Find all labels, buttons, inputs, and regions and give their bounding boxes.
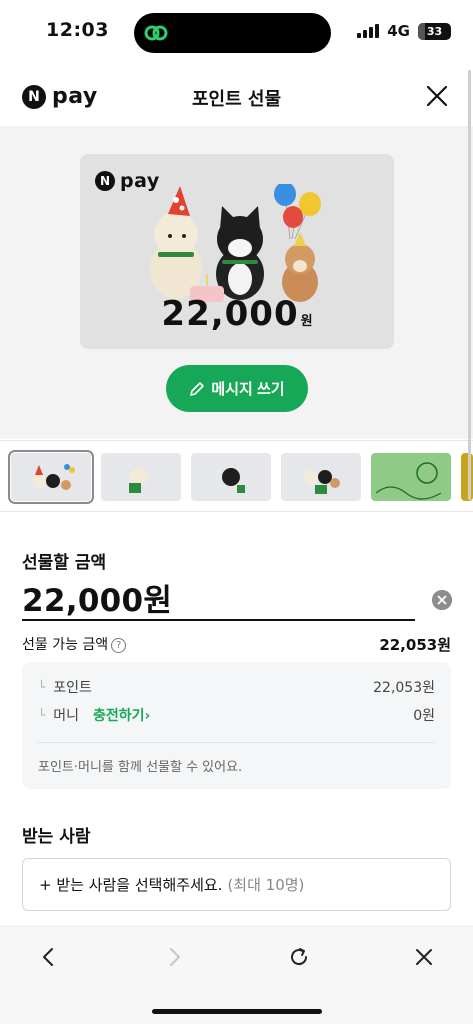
pencil-icon [190, 381, 205, 396]
max-recipients-text: (최대 10명) [227, 876, 305, 894]
clear-icon[interactable] [432, 590, 452, 610]
card-design-picker [0, 440, 473, 512]
page-title: 포인트 선물 [191, 89, 282, 110]
write-message-button[interactable]: 메시지 쓰기 [166, 365, 308, 412]
help-icon[interactable]: ? [111, 637, 127, 653]
charge-link[interactable]: 충전하기› [93, 705, 150, 725]
points-label: 포인트 [53, 680, 92, 696]
back-icon[interactable] [37, 945, 61, 969]
card-design-thumb[interactable] [461, 453, 473, 501]
close-icon[interactable] [412, 945, 436, 969]
home-indicator[interactable] [152, 1009, 322, 1014]
money-label: 머니 [53, 708, 79, 724]
select-recipient-text: + 받는 사람을 선택해주세요. [39, 876, 223, 894]
battery-icon: 33 [418, 22, 451, 40]
status-indicators: 4G 33 [357, 22, 451, 40]
elbow-icon: └ [38, 680, 46, 694]
points-value: 22,053원 [373, 680, 435, 696]
forward-icon [170, 948, 180, 966]
gift-amount-input[interactable]: 22,000원 [22, 575, 415, 621]
card-design-thumb[interactable] [101, 453, 181, 501]
card-preview-area: N pay 22,000 원 메시지 쓰기 [0, 126, 473, 439]
elbow-icon: └ [38, 708, 46, 722]
page-header: N pay 포인트 선물 [0, 64, 473, 126]
write-message-label: 메시지 쓰기 [211, 381, 285, 398]
available-amount-value: 22,053원 [379, 635, 451, 654]
gift-card: N pay 22,000 원 [80, 154, 394, 349]
status-time: 12:03 [46, 19, 109, 41]
scrollbar[interactable] [468, 70, 471, 500]
card-design-thumb[interactable] [191, 453, 271, 501]
available-amount-label: 선물 가능 금액 [22, 637, 109, 653]
balance-breakdown: └ 포인트 22,053원 └ 머니 충전하기› 0원 포인트·머니를 함께 선물할 … [22, 662, 451, 789]
battery-level: 33 [426, 24, 443, 38]
select-recipient-button[interactable]: + 받는 사람을 선택해주세요. (최대 10명) [22, 858, 451, 911]
link-icon [144, 25, 168, 41]
card-design-thumb[interactable] [371, 453, 451, 501]
chevron-right-icon: › [144, 708, 151, 724]
card-design-thumb[interactable] [281, 453, 361, 501]
signal-icon [357, 24, 380, 38]
card-design-thumb[interactable] [8, 450, 94, 504]
money-value: 0원 [413, 708, 435, 724]
divider [38, 742, 435, 743]
network-type: 4G [387, 22, 410, 40]
money-row: └ 머니 충전하기› 0원 [38, 705, 435, 725]
card-amount-currency: 원 [300, 314, 313, 329]
browser-toolbar [0, 926, 473, 1024]
status-bar: 12:03 4G 33 [0, 0, 473, 64]
recipient-label: 받는 사람 [22, 827, 91, 847]
points-row: └ 포인트 22,053원 [38, 677, 435, 697]
card-amount-value: 22,000 [161, 294, 299, 334]
breakdown-note: 포인트·머니를 함께 선물할 수 있어요. [38, 760, 243, 775]
card-amount: 22,000 원 [80, 294, 394, 334]
card-illustration [150, 184, 321, 302]
gift-amount-label: 선물할 금액 [22, 553, 107, 573]
dynamic-island [134, 13, 331, 53]
close-icon[interactable] [425, 84, 449, 108]
refresh-icon[interactable] [287, 945, 311, 969]
card-logo-mark: N [95, 171, 115, 191]
available-amount-row: 선물 가능 금액? 22,053원 [22, 633, 451, 655]
